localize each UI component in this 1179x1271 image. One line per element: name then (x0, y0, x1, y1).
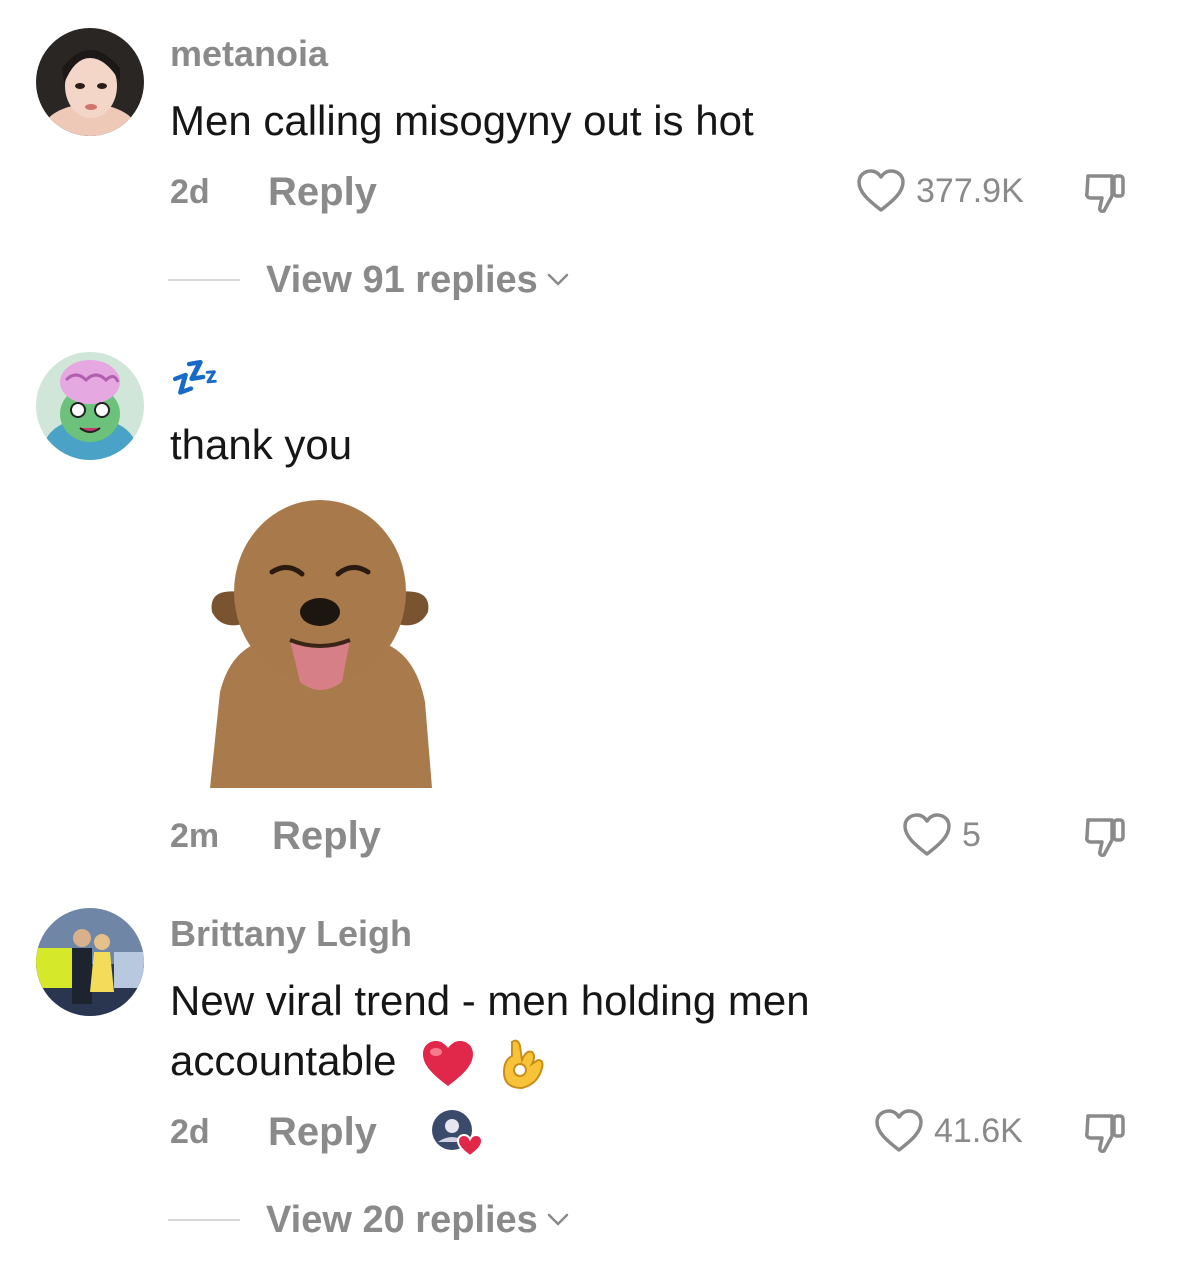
creator-liked-badge (430, 1108, 486, 1158)
comment-age: 2d (170, 173, 210, 211)
dog-sticker-image (200, 492, 440, 790)
thumbs-down-icon (1085, 818, 1125, 857)
ok-hand-emoji-icon (502, 1039, 544, 1089)
divider-line (168, 1219, 240, 1221)
comment-text: thank you (170, 421, 353, 468)
thumbs-down-icon (1085, 1114, 1125, 1153)
like-button[interactable]: 5 (902, 812, 981, 858)
heart-outline-icon (875, 1109, 923, 1152)
comment-1: metanoia Men calling misogyny out is hot… (0, 0, 1179, 320)
avatar-brittany-leigh[interactable] (36, 908, 144, 1016)
view-replies-label: View 20 replies (266, 1199, 538, 1241)
like-count: 41.6K (934, 1112, 1023, 1150)
dislike-button[interactable] (1082, 812, 1130, 860)
comment-age: 2d (170, 1113, 210, 1151)
chevron-down-icon (547, 1213, 569, 1226)
avatar-metanoia[interactable] (36, 28, 144, 136)
reply-button[interactable]: Reply (272, 814, 381, 858)
view-replies-button[interactable]: View 91 replies (168, 258, 570, 302)
comment-text: Men calling misogyny out is hot (170, 97, 754, 144)
comment-text-line-1: New viral trend - men holding men (170, 977, 810, 1024)
reply-button[interactable]: Reply (268, 1110, 377, 1154)
comment-age: 2m (170, 817, 220, 855)
red-heart-emoji-icon (423, 1040, 474, 1086)
view-replies-button[interactable]: View 20 replies (168, 1198, 570, 1242)
username[interactable]: Brittany Leigh (170, 912, 412, 956)
username[interactable]: metanoia (170, 32, 328, 76)
divider-line (168, 279, 240, 281)
like-button[interactable]: 377.9K (856, 168, 1024, 214)
creator-avatar-heart-icon (432, 1110, 484, 1158)
like-button[interactable]: 41.6K (874, 1108, 1023, 1154)
reply-button[interactable]: Reply (268, 170, 377, 214)
like-count: 5 (962, 816, 981, 854)
chevron-down-icon (547, 273, 569, 286)
thumbs-down-icon (1085, 174, 1125, 213)
dislike-button[interactable] (1082, 168, 1130, 216)
avatar-zzz[interactable] (36, 352, 144, 460)
comment-3: Brittany Leigh New viral trend - men hol… (0, 880, 1179, 1271)
heart-outline-icon (857, 169, 905, 212)
comment-text-line-2: accountable (170, 1037, 397, 1084)
username-emoji[interactable]: 💤 (170, 356, 220, 400)
comment-text-line-2-row: accountable (170, 1032, 1070, 1092)
view-replies-label: View 91 replies (266, 259, 538, 301)
like-count: 377.9K (916, 172, 1024, 210)
comment-2: 💤 thank you 2m Reply 5 (0, 320, 1179, 880)
heart-outline-icon (903, 813, 951, 856)
dislike-button[interactable] (1082, 1108, 1130, 1156)
